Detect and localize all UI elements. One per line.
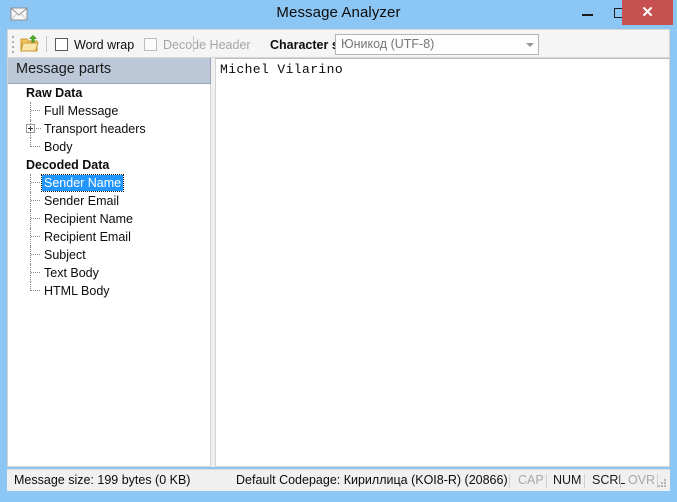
tree-connector-dash <box>31 200 40 202</box>
tree-connector-dash <box>31 110 40 112</box>
content-view[interactable]: Michel Vilarino <box>215 58 670 467</box>
status-divider <box>620 474 621 488</box>
status-indicator-cap: CAP <box>518 473 544 487</box>
message-size-status: Message size: 199 bytes (0 KB) <box>14 473 191 487</box>
checkbox-box <box>55 38 68 51</box>
tree-connector-dash <box>31 146 40 148</box>
tree-group-label: Decoded Data <box>26 158 110 172</box>
toolbar: Word wrap Decode Header Character set: Ю… <box>7 29 670 58</box>
chevron-down-icon <box>526 43 534 47</box>
tree-item-full-message[interactable]: Full Message <box>8 102 210 120</box>
tree-group-label: Raw Data <box>26 86 83 100</box>
decode-header-label: Decode Header <box>163 37 251 52</box>
tree-group-decoded-data[interactable]: Decoded Data <box>8 156 210 174</box>
resize-grip-icon[interactable] <box>657 479 667 489</box>
word-wrap-label: Word wrap <box>74 37 135 52</box>
tree-item-label: Recipient Name <box>44 212 133 226</box>
default-codepage-status: Default Codepage: Кириллица (KOI8-R) (20… <box>236 473 508 487</box>
minimize-icon <box>582 14 593 16</box>
character-set-value: Юникод (UTF-8) <box>341 37 435 51</box>
tree-item-label: Body <box>44 140 73 154</box>
tree-connector-dash <box>31 218 40 220</box>
message-analyzer-window: Message Analyzer ✕ Word wrap Decode Head… <box>0 0 677 502</box>
checkbox-box <box>144 38 157 51</box>
tree-group-raw-data[interactable]: Raw Data <box>8 84 210 102</box>
message-parts-header: Message parts <box>8 58 211 84</box>
tree-item-label: Text Body <box>44 266 99 280</box>
tree-connector-dash <box>31 254 40 256</box>
tree-item-subject[interactable]: Subject <box>8 246 210 264</box>
tree-item-label: Full Message <box>44 104 119 118</box>
tree-item-html-body[interactable]: HTML Body <box>8 282 210 300</box>
status-indicator-ovr: OVR <box>628 473 656 487</box>
close-icon: ✕ <box>641 4 654 21</box>
status-bar: Message size: 199 bytes (0 KB) Default C… <box>7 469 670 491</box>
tree-item-sender-name[interactable]: Sender Name <box>8 174 210 192</box>
tree-item-label: Transport headers <box>44 122 146 136</box>
content-text: Michel Vilarino <box>220 62 344 77</box>
status-divider <box>509 474 510 488</box>
tree-item-transport-headers[interactable]: Transport headers <box>8 120 210 138</box>
minimize-button[interactable] <box>571 0 603 25</box>
toolbar-separator <box>46 36 47 52</box>
tree-connector-dash <box>31 272 40 274</box>
tree-connector-dash <box>36 128 41 130</box>
open-folder-icon[interactable] <box>20 35 39 54</box>
tree-item-label: HTML Body <box>44 284 110 298</box>
tree-connector-dash <box>31 290 40 292</box>
toolbar-grip[interactable] <box>12 36 15 53</box>
message-parts-title: Message parts <box>16 61 112 77</box>
tree-item-recipient-email[interactable]: Recipient Email <box>8 228 210 246</box>
expand-plus-icon[interactable] <box>26 124 35 133</box>
tree-connector-dash <box>31 236 40 238</box>
close-button[interactable]: ✕ <box>622 0 673 25</box>
tree-item-label: Subject <box>44 248 86 262</box>
title-bar: Message Analyzer ✕ <box>0 0 677 29</box>
tree-item-label: Recipient Email <box>44 230 131 244</box>
status-indicator-num: NUM <box>553 473 582 487</box>
tree-connector-dash <box>31 182 40 184</box>
character-set-dropdown[interactable]: Юникод (UTF-8) <box>335 34 539 55</box>
message-parts-tree: Raw Data Full Message Transport headers … <box>8 84 210 465</box>
tree-item-text-body[interactable]: Text Body <box>8 264 210 282</box>
toolbar-separator <box>193 36 194 52</box>
tree-item-label: Sender Name <box>40 174 125 192</box>
message-parts-panel: Message parts Raw Data Full Message Tran… <box>7 58 211 467</box>
tree-item-recipient-name[interactable]: Recipient Name <box>8 210 210 228</box>
tree-item-body[interactable]: Body <box>8 138 210 156</box>
tree-item-label: Sender Email <box>44 194 120 208</box>
decode-header-checkbox: Decode Header <box>144 36 251 53</box>
status-divider <box>546 474 547 488</box>
word-wrap-checkbox[interactable]: Word wrap <box>55 36 134 53</box>
status-divider <box>584 474 585 488</box>
tree-item-sender-email[interactable]: Sender Email <box>8 192 210 210</box>
